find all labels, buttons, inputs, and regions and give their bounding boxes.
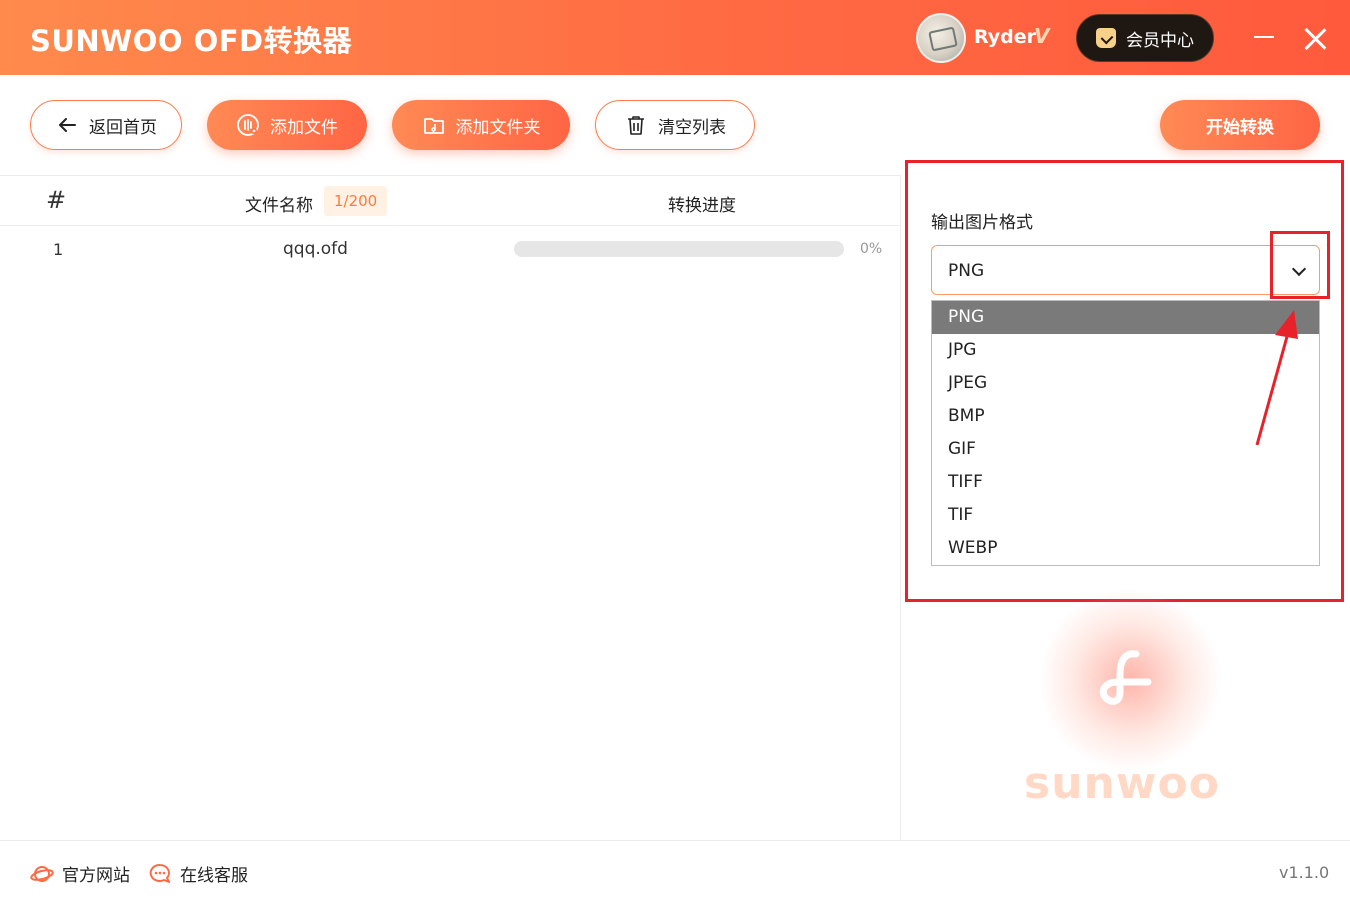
back-home-label: 返回首页: [89, 117, 157, 138]
arrow-left-icon: [59, 118, 76, 132]
add-folder-label: 添加文件夹: [455, 117, 541, 138]
add-folder-button[interactable]: 添加文件夹: [392, 100, 570, 150]
add-file-button[interactable]: 添加文件: [207, 100, 367, 150]
official-site-label: 官方网站: [62, 866, 130, 886]
start-convert-button[interactable]: 开始转换: [1160, 100, 1320, 150]
panel-divider: [900, 175, 901, 840]
crown-icon: [1096, 28, 1116, 48]
vip-badge-icon: V: [1034, 24, 1050, 48]
progress-bar: [514, 241, 844, 257]
folder-icon: [423, 118, 444, 134]
close-icon[interactable]: [1301, 25, 1329, 53]
file-list: # 文件名称 1/200 转换进度 1 qqq.ofd 0%: [0, 175, 900, 840]
app-title: SUNWOO OFD转换器: [30, 24, 353, 58]
username[interactable]: Ryder: [974, 26, 1036, 48]
brand-logo-icon: [1099, 650, 1152, 705]
row-file-name: qqq.ofd: [283, 239, 348, 259]
clear-list-label: 清空列表: [658, 117, 726, 138]
table-row[interactable]: 1 qqq.ofd 0%: [0, 226, 900, 272]
version-label: v1.1.0: [1279, 863, 1330, 882]
online-service-label: 在线客服: [180, 866, 248, 886]
planet-icon: [30, 865, 54, 882]
column-name-header: 文件名称: [245, 196, 313, 216]
back-home-button[interactable]: 返回首页: [30, 100, 182, 150]
footer: 官方网站 在线客服 v1.1.0: [0, 840, 1350, 900]
member-center-label: 会员中心: [1126, 30, 1194, 51]
chat-icon: [149, 863, 170, 883]
minimize-icon[interactable]: [1254, 36, 1274, 38]
start-convert-label: 开始转换: [1206, 117, 1274, 138]
clear-list-button[interactable]: 清空列表: [595, 100, 755, 150]
annotation-arrow-icon: [1255, 310, 1298, 446]
brand-wordmark: sunwoo: [1024, 758, 1220, 809]
file-list-header: # 文件名称 1/200 转换进度: [0, 176, 900, 226]
add-file-icon: [237, 114, 259, 136]
member-center-button[interactable]: 会员中心: [1076, 14, 1214, 62]
annotation-chevron-highlight: [1270, 231, 1330, 299]
file-count-badge: 1/200: [324, 186, 388, 216]
progress-percent: 0%: [860, 241, 883, 257]
column-index-header: #: [46, 186, 67, 214]
trash-icon: [628, 116, 644, 135]
column-progress-header: 转换进度: [668, 196, 736, 216]
add-file-label: 添加文件: [270, 117, 338, 138]
row-index: 1: [53, 240, 64, 259]
user-avatar[interactable]: [916, 13, 966, 63]
title-bar: SUNWOO OFD转换器 Ryder V 会员中心: [0, 0, 1350, 75]
official-site-link[interactable]: 官方网站: [30, 861, 130, 886]
online-service-link[interactable]: 在线客服: [148, 861, 248, 886]
